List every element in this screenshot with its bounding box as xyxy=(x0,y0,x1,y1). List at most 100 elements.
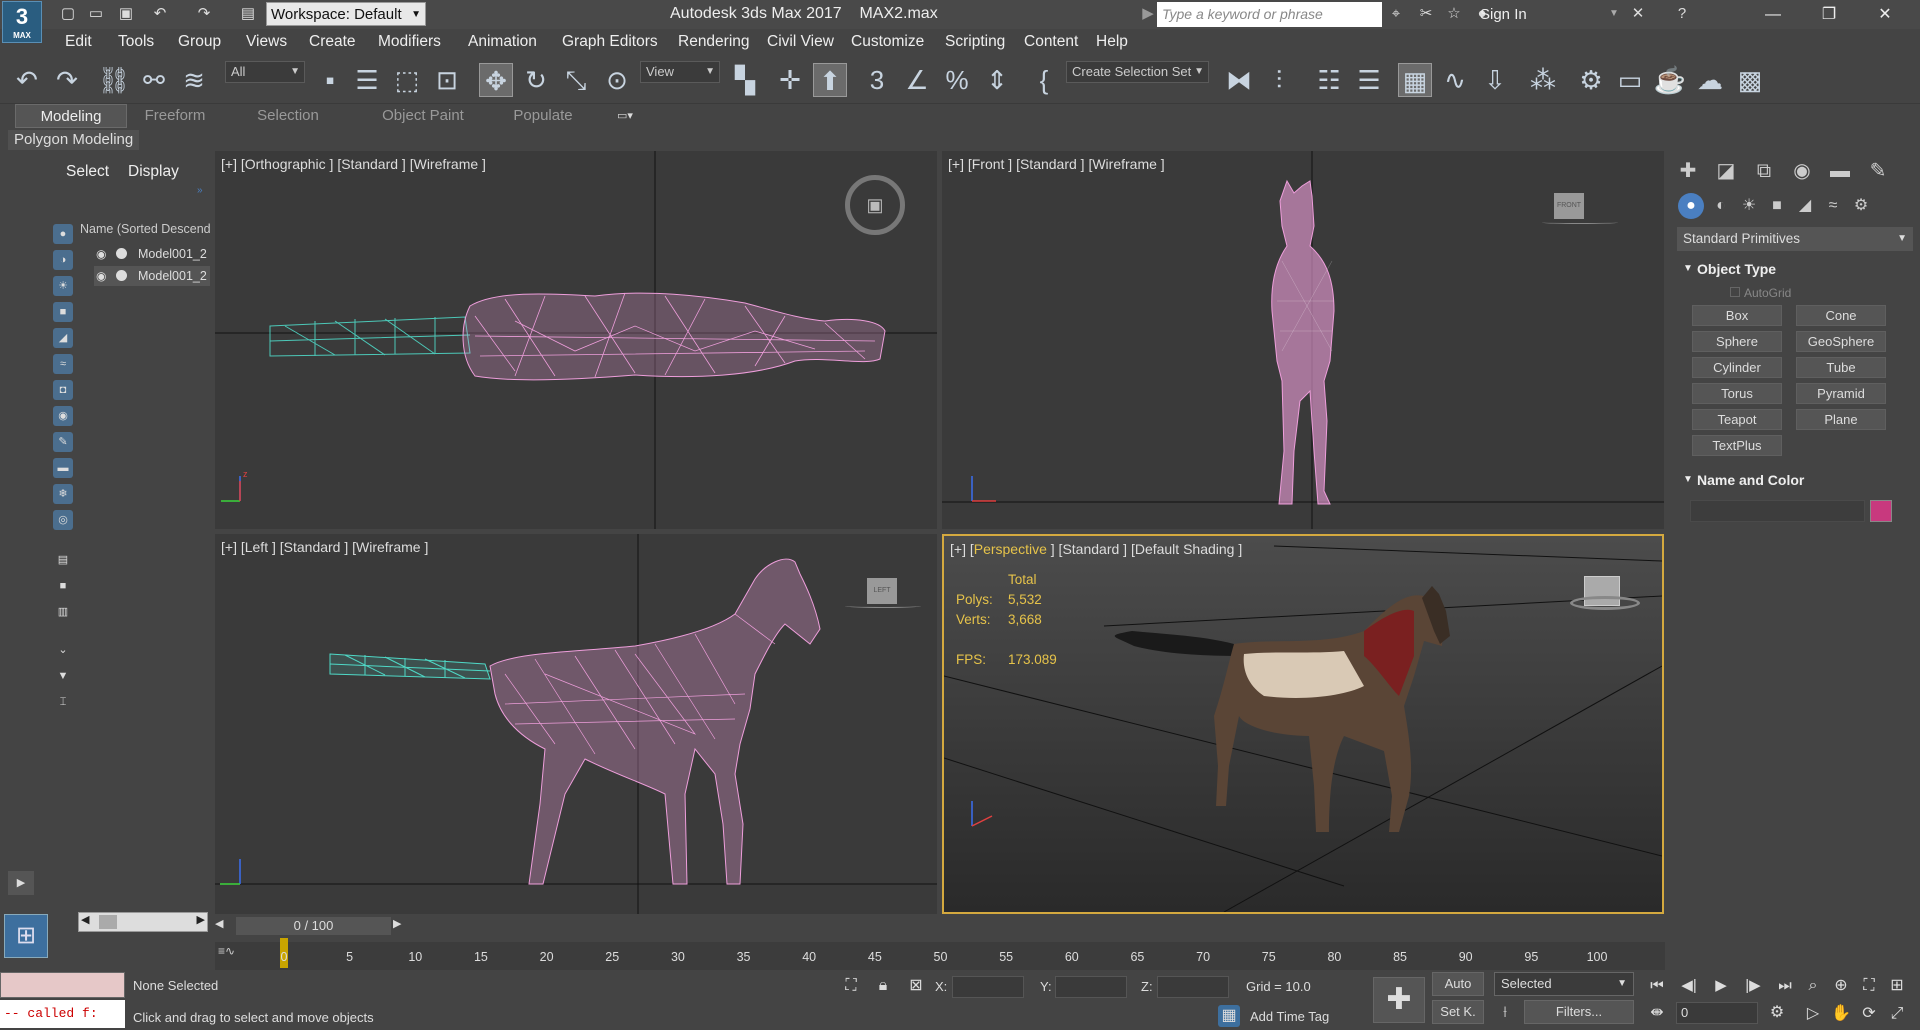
maximize-viewport-icon[interactable]: ⤢ xyxy=(1886,1003,1908,1025)
list-item[interactable]: ◉ Model001_2 xyxy=(94,266,210,286)
bind-space-warp-icon[interactable]: ≋ xyxy=(177,63,211,97)
maxscript-listener[interactable] xyxy=(0,972,125,998)
cameras-icon[interactable]: ■ xyxy=(1764,193,1790,219)
add-time-tag[interactable]: Add Time Tag xyxy=(1250,1009,1329,1024)
app-logo-button[interactable]: 3 MAX xyxy=(2,1,42,43)
sphere-button[interactable]: Sphere xyxy=(1692,331,1782,352)
menu-tools[interactable]: Tools xyxy=(118,33,154,51)
chevron-right-icon[interactable]: ▶ xyxy=(393,917,401,930)
zoom-extents-icon[interactable]: ⛶ xyxy=(1858,975,1880,997)
schematic-view-icon[interactable]: ⁂ xyxy=(1526,63,1560,97)
textplus-button[interactable]: TextPlus xyxy=(1692,435,1782,456)
autogrid-checkbox[interactable]: AutoGrid xyxy=(1730,286,1791,300)
primitive-category-dropdown[interactable]: Standard Primitives ▼ xyxy=(1677,227,1913,251)
menu-group[interactable]: Group xyxy=(178,33,221,51)
hierarchy-tab-icon[interactable]: ⧉ xyxy=(1750,157,1778,185)
time-tag-icon[interactable]: ▦ xyxy=(1218,1005,1240,1027)
layer-icon[interactable]: ⌶ xyxy=(53,692,73,712)
pan-icon[interactable]: ✋ xyxy=(1830,1003,1852,1025)
lights-filter-icon[interactable]: ☀ xyxy=(53,276,73,296)
tube-button[interactable]: Tube xyxy=(1796,357,1886,378)
menu-create[interactable]: Create xyxy=(309,33,356,51)
tab-object-paint[interactable]: Object Paint xyxy=(368,104,478,128)
menu-civil-view[interactable]: Civil View xyxy=(767,33,834,51)
ribbon-options-icon[interactable]: ▭▾ xyxy=(610,104,640,128)
star-icon[interactable]: ☆ xyxy=(1444,4,1464,24)
display-tab-icon[interactable]: ▬ xyxy=(1826,157,1854,185)
viewcube-icon[interactable]: LEFT xyxy=(867,578,897,604)
systems-icon[interactable]: ⚙ xyxy=(1848,193,1874,219)
explorer-tab-select[interactable]: Select xyxy=(66,163,109,181)
dope-sheet-icon[interactable]: ⇩ xyxy=(1478,63,1512,97)
help-icon[interactable]: ? xyxy=(1672,4,1692,24)
zoom-icon[interactable]: ⌕ xyxy=(1802,975,1824,997)
viewport-left[interactable]: [+] [Left ] [Standard ] [Wireframe ] LEF… xyxy=(215,534,937,914)
viewport-label[interactable]: [+] [Left ] [Standard ] [Wireframe ] xyxy=(221,539,428,555)
select-and-move-icon[interactable]: ✥ xyxy=(479,63,513,97)
expand-arrow-icon[interactable]: ▶ xyxy=(1138,4,1158,24)
create-tab-icon[interactable]: ✚ xyxy=(1674,157,1702,185)
redo-icon[interactable]: ↷ xyxy=(50,63,84,97)
chevron-left-icon[interactable]: ◀ xyxy=(215,917,223,930)
menu-views[interactable]: Views xyxy=(246,33,287,51)
chevron-right-icon[interactable]: » xyxy=(197,185,203,196)
viewport-orthographic[interactable]: z [+] [Orthographic ] [Standard ] [Wiref… xyxy=(215,151,937,529)
tab-freeform[interactable]: Freeform xyxy=(130,104,220,128)
select-and-rotate-icon[interactable]: ↻ xyxy=(519,63,553,97)
list-icon[interactable]: ▤ xyxy=(53,550,73,570)
menu-scripting[interactable]: Scripting xyxy=(945,33,1005,51)
viewport-label[interactable]: [+] [Perspective ] [Standard ] [Default … xyxy=(950,541,1242,557)
layer-manager-icon[interactable]: ☰ xyxy=(1352,63,1386,97)
link-icon[interactable]: ⛓ xyxy=(97,63,131,97)
ribbon-toggle-icon[interactable]: ▦ xyxy=(1398,63,1432,97)
cylinder-button[interactable]: Cylinder xyxy=(1692,357,1782,378)
select-by-name-icon[interactable]: ☰ xyxy=(350,63,384,97)
sign-in-button[interactable]: Sign In xyxy=(1480,6,1527,23)
save-file-icon[interactable]: ▣ xyxy=(116,4,136,24)
viewport-front[interactable]: [+] [Front ] [Standard ] [Wireframe ] FR… xyxy=(942,151,1664,529)
keyboard-shortcut-override-icon[interactable]: ⬆ xyxy=(813,63,847,97)
close-button[interactable]: ✕ xyxy=(1862,0,1908,29)
explorer-column-header[interactable]: Name (Sorted Descending) xyxy=(80,222,210,236)
helpers-icon[interactable]: ◢ xyxy=(1792,193,1818,219)
z-coordinate-field[interactable] xyxy=(1157,976,1229,998)
explorer-tab-display[interactable]: Display xyxy=(128,163,179,181)
viewport-layout-icon[interactable]: ⊞ xyxy=(4,914,48,958)
chevron-down-icon[interactable]: ▼ xyxy=(1604,4,1624,24)
set-key-button[interactable]: Set K. xyxy=(1432,1000,1484,1024)
render-frame-icon[interactable]: ☕ xyxy=(1653,63,1687,97)
curve-editor-mini-icon[interactable]: ≡∿ xyxy=(218,944,235,958)
key-mode-icon[interactable]: ⟊ xyxy=(1494,1002,1516,1024)
zoom-all-icon[interactable]: ⊕ xyxy=(1830,975,1852,997)
select-object-icon[interactable]: ▪ xyxy=(313,63,347,97)
align-icon[interactable]: ⫶ xyxy=(1262,63,1296,97)
manipulate-icon[interactable]: ✛ xyxy=(773,63,807,97)
eye-icon[interactable]: ◉ xyxy=(96,266,106,286)
lock-icon[interactable]: 🔒︎ xyxy=(872,975,894,997)
key-mode-toggle-icon[interactable]: ⇼ xyxy=(1646,1002,1668,1024)
orbit-icon[interactable]: ⟳ xyxy=(1858,1003,1880,1025)
sheet-icon[interactable]: ▥ xyxy=(53,602,73,622)
time-config-icon[interactable]: ⚙ xyxy=(1766,1002,1788,1024)
helpers-filter-icon[interactable]: ◢ xyxy=(53,328,73,348)
new-file-icon[interactable]: ▢ xyxy=(58,4,78,24)
tab-modeling[interactable]: Modeling xyxy=(15,104,127,128)
binoculars-icon[interactable]: ⌖ xyxy=(1386,4,1406,24)
shapes-icon[interactable]: ◐ xyxy=(1708,193,1734,219)
named-selection-dropdown[interactable]: Create Selection Set ▼ xyxy=(1066,61,1209,83)
selection-filter-dropdown[interactable]: All ▼ xyxy=(225,61,305,83)
key-filter-dropdown[interactable]: Selected ▼ xyxy=(1494,972,1634,996)
menu-modifiers[interactable]: Modifiers xyxy=(378,33,441,51)
menu-edit[interactable]: Edit xyxy=(65,33,92,51)
play-icon[interactable]: ▶ xyxy=(1710,975,1732,997)
polygon-modeling-panel[interactable]: Polygon Modeling xyxy=(8,130,140,150)
select-and-scale-icon[interactable]: ⤡ xyxy=(559,63,593,97)
tools-icon[interactable]: ✂ xyxy=(1416,4,1436,24)
spacewarps-filter-icon[interactable]: ≈ xyxy=(53,354,73,374)
menu-customize[interactable]: Customize xyxy=(851,33,924,51)
eye-icon[interactable]: ◉ xyxy=(96,244,106,264)
geometry-icon[interactable]: ● xyxy=(1678,193,1704,219)
geometry-filter-icon[interactable]: ● xyxy=(53,224,73,244)
render-production-icon[interactable]: ☁ xyxy=(1693,63,1727,97)
minimize-button[interactable]: — xyxy=(1750,0,1796,29)
